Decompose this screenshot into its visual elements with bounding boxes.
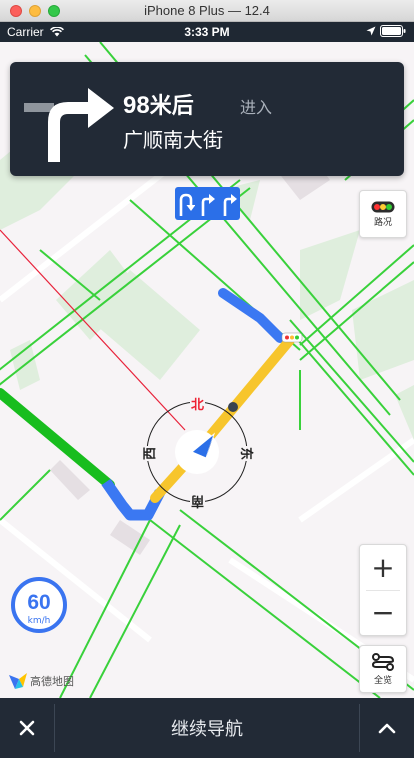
turn-action: 进入: [240, 98, 273, 117]
location-arrow-icon: [366, 26, 376, 36]
compass-east: 东: [238, 445, 258, 462]
camera-icon: [228, 402, 238, 412]
chevron-up-icon: [378, 723, 396, 734]
speed-limit-value: 60: [27, 591, 51, 614]
amap-logo-text: 高德地图: [30, 675, 74, 688]
zoom-in-button[interactable]: +: [360, 545, 406, 590]
compass-north: 北: [190, 394, 206, 413]
distance-value: 98: [123, 92, 150, 119]
window-titlebar: iPhone 8 Plus — 12.4: [0, 0, 414, 22]
right-turn-lane-icon: [202, 193, 216, 216]
traffic-light-red: [285, 335, 289, 340]
right-turn-lane-icon: [223, 193, 238, 216]
amap-logo: 高德地图: [9, 673, 74, 689]
route-overview-icon: [371, 652, 395, 671]
status-time: 3:33 PM: [184, 25, 230, 39]
traffic-light-yellow: [290, 335, 294, 340]
exit-navigation-button[interactable]: [0, 698, 54, 758]
turn-right-arrow-icon: [24, 88, 114, 162]
continue-navigation-button[interactable]: 继续导航: [55, 698, 359, 758]
status-bar: Carrier 3:33 PM: [0, 22, 414, 42]
zoom-controls: + −: [359, 544, 407, 636]
next-road-name: 广顺南大街: [123, 128, 223, 152]
turn-guidance-panel: 98米后 进入 广顺南大街: [10, 62, 404, 176]
overview-button-label: 全览: [373, 675, 392, 686]
turn-distance: 98米后: [123, 88, 194, 120]
speed-limit-badge: 60 km/h: [11, 577, 67, 633]
traffic-light-icon: [371, 201, 395, 212]
zoom-out-button[interactable]: −: [360, 590, 406, 635]
speed-limit-unit: km/h: [27, 616, 51, 626]
expand-menu-button[interactable]: [360, 698, 414, 758]
status-right-group: [366, 25, 406, 37]
compass-west: 西: [139, 445, 159, 462]
overview-button[interactable]: 全览: [359, 645, 407, 693]
traffic-button-label: 路况: [373, 217, 392, 228]
zoom-divider: [366, 590, 400, 591]
compass-south: 南: [190, 493, 206, 512]
amap-logo-icon: [9, 673, 27, 689]
distance-unit: 米后: [149, 93, 194, 118]
close-icon: [19, 720, 35, 736]
navigation-bottom-bar: 继续导航: [0, 698, 414, 758]
u-turn-lane-icon: [179, 193, 195, 216]
lane-guidance: [175, 187, 240, 220]
battery-icon: [380, 25, 406, 37]
traffic-toggle-button[interactable]: 路况: [359, 190, 407, 238]
traffic-light-green: [295, 335, 299, 340]
window-title: iPhone 8 Plus — 12.4: [144, 3, 270, 18]
